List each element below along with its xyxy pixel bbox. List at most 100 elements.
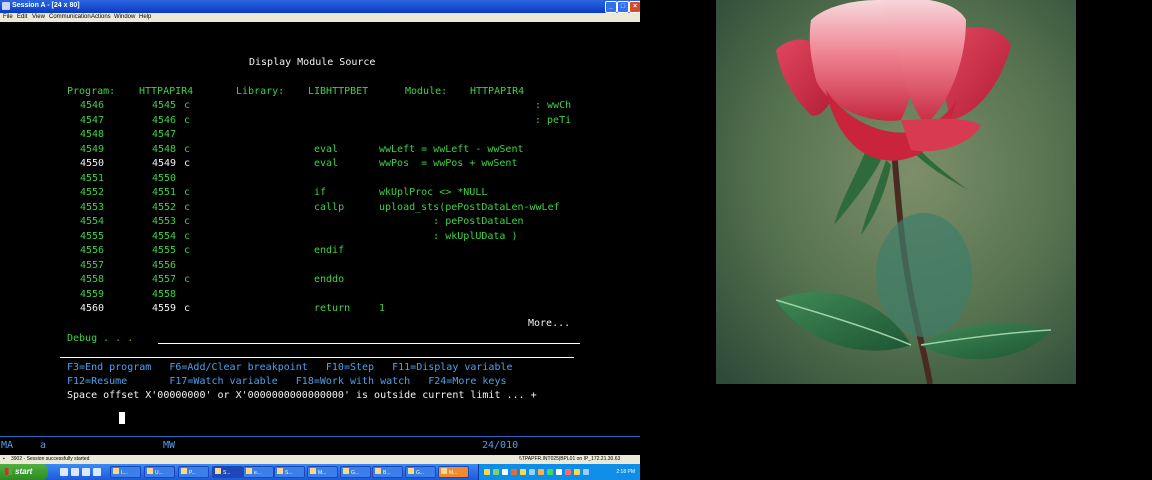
tray-icon[interactable] [502, 469, 508, 475]
factor-text: wwPos = wwPos + wwSent [379, 158, 518, 169]
taskbar-button[interactable]: P... [178, 466, 209, 478]
spec-type: c [184, 114, 191, 126]
taskbar-button-label: M... [449, 470, 458, 476]
spec-type: c [184, 158, 191, 169]
oia-ma: MA [1, 440, 14, 451]
close-button[interactable]: × [629, 1, 640, 13]
maximize-button[interactable]: □ [617, 1, 629, 13]
minimize-button[interactable]: _ [605, 1, 617, 13]
tray-icon[interactable] [529, 469, 535, 475]
taskbar-button-label: M... [318, 470, 327, 476]
factor-text: : pePostDataLen [379, 216, 524, 227]
session-icon [2, 2, 10, 10]
spec-type: c [184, 216, 191, 227]
sequence-number: 4557 [152, 274, 177, 285]
factor-text: wkUplProc <> *NULL [379, 187, 488, 198]
tray-icon[interactable] [565, 469, 571, 475]
taskbar-button[interactable]: M... [307, 466, 338, 478]
screen-header: Display Module Source [249, 57, 376, 68]
quicklaunch-explorer-icon[interactable] [93, 468, 101, 476]
app-icon [310, 468, 316, 474]
line-number: 4546 [80, 100, 105, 111]
sequence-number: 4547 [152, 129, 177, 140]
spec-type: c [184, 187, 191, 198]
sequence-number: 4546 [152, 114, 177, 126]
module-value: HTTPAPIR4 [470, 86, 525, 97]
sequence-number: 4551 [152, 187, 177, 198]
sequence-number: 4553 [152, 216, 177, 227]
menu-communication[interactable]: Communication [49, 14, 91, 20]
more-indicator: More... [528, 318, 571, 329]
tray-icon[interactable] [538, 469, 544, 475]
opcode: eval [314, 158, 339, 169]
session-status-bar: ▪ 3902 - Session successfully started \\… [0, 455, 640, 464]
tray-icon[interactable] [520, 469, 526, 475]
taskbar-button-label: P... [189, 470, 196, 476]
function-keys-line-2: F12=Resume F17=Watch variable F18=Work w… [67, 376, 507, 387]
line-number: 4556 [80, 245, 105, 256]
taskbar-button[interactable]: G... [405, 466, 436, 478]
menu-help[interactable]: Help [139, 14, 151, 20]
menu-actions[interactable]: Actions [91, 14, 111, 20]
quicklaunch-outlook-icon[interactable] [82, 468, 90, 476]
terminal-screen[interactable]: Display Module Source Program: HTTPAPIR4… [0, 22, 640, 436]
taskbar-button[interactable]: L... [110, 466, 141, 478]
taskbar-button[interactable]: B... [372, 466, 403, 478]
line-number: 4551 [80, 172, 105, 184]
tray-icon[interactable] [511, 469, 517, 475]
taskbar-button-label: U... [155, 470, 163, 476]
opcode: callp [314, 201, 345, 213]
start-button[interactable]: start [0, 464, 48, 480]
app-icon [181, 468, 187, 474]
spec-type: c [184, 201, 191, 213]
opcode: if [314, 187, 327, 198]
message-line: Space offset X'00000000' or X'0000000000… [67, 390, 537, 401]
connection-info: \\TPAPFR.INT025|BPL01 on IP_172.21.30.63 [519, 456, 621, 462]
tray-icon[interactable] [574, 469, 580, 475]
quicklaunch-ie-icon[interactable] [60, 468, 68, 476]
menu-window[interactable]: Window [114, 14, 135, 20]
app-icon [246, 468, 252, 474]
line-number: 4554 [80, 216, 105, 227]
menu-view[interactable]: View [32, 14, 45, 20]
taskbar-button[interactable]: U... [144, 466, 175, 478]
taskbar-button[interactable]: M... [438, 466, 469, 478]
tray-icon[interactable] [547, 469, 553, 475]
windows-logo-icon [5, 468, 12, 475]
opcode: return [314, 303, 351, 314]
line-number: 4553 [80, 201, 105, 213]
opcode: enddo [314, 274, 345, 285]
line-number: 4560 [80, 303, 105, 314]
sequence-number: 4555 [152, 245, 177, 256]
tray-icon[interactable] [556, 469, 562, 475]
title-bar[interactable]: Session A - [24 x 80] _ □ × [0, 0, 640, 13]
oia-a: a [40, 440, 47, 451]
line-number: 4552 [80, 187, 105, 198]
factor-text: 1 [379, 303, 386, 314]
start-label: start [15, 467, 33, 476]
taskbar-button[interactable]: G... [340, 466, 371, 478]
taskbar-button[interactable]: S... [212, 466, 243, 478]
factor-text: wwLeft = wwLeft - wwSent [379, 143, 524, 155]
status-message: 3902 - Session successfully started [11, 456, 90, 462]
taskbar: start L... U... P... S... e... S... M... G... B.… [0, 464, 640, 480]
tray-icon[interactable] [484, 469, 490, 475]
tray-icon[interactable] [493, 469, 499, 475]
library-label: Library: [236, 86, 285, 97]
menu-edit[interactable]: Edit [17, 14, 27, 20]
app-icon [375, 468, 381, 474]
menu-file[interactable]: File [3, 14, 13, 20]
app-icon [343, 468, 349, 474]
line-number: 4549 [80, 143, 105, 155]
quicklaunch-desktop-icon[interactable] [71, 468, 79, 476]
text-cursor [119, 412, 125, 424]
tray-icon[interactable] [583, 469, 589, 475]
taskbar-button[interactable]: e... [243, 466, 274, 478]
taskbar-button-label: G... [416, 470, 425, 476]
app-icon [147, 468, 153, 474]
debug-command-input[interactable] [158, 343, 580, 344]
clock[interactable]: 2:18 PM [616, 464, 635, 480]
taskbar-button[interactable]: S... [274, 466, 305, 478]
line-number: 4548 [80, 129, 105, 140]
line-number: 4559 [80, 288, 105, 300]
